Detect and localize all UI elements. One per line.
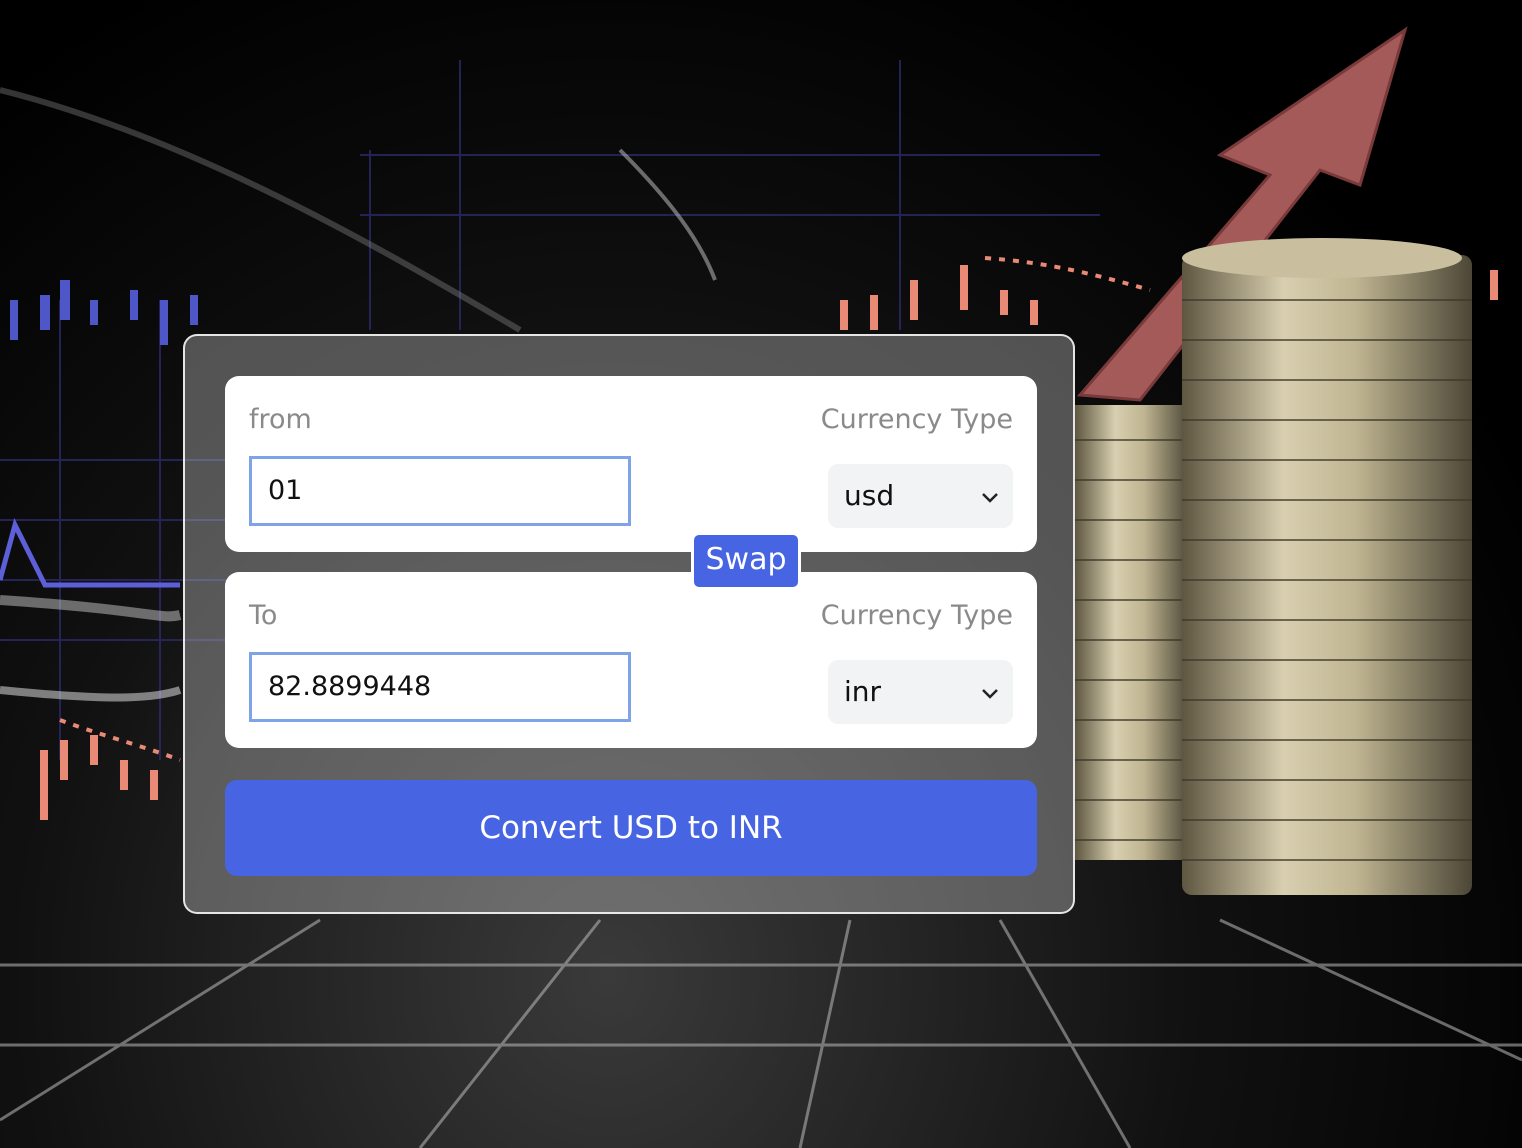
swap-button[interactable]: Swap	[691, 532, 801, 590]
chevron-down-icon	[982, 689, 998, 699]
from-panel: from Currency Type 01 usd	[225, 376, 1037, 552]
from-currency-type-label: Currency Type	[820, 404, 1013, 435]
to-amount-input[interactable]: 82.8899448	[249, 652, 631, 722]
converter-card: from Currency Type 01 usd To Currency Ty…	[183, 334, 1075, 914]
to-currency-value: inr	[844, 675, 882, 708]
from-label: from	[249, 404, 312, 435]
from-currency-select[interactable]: usd	[828, 464, 1013, 528]
chevron-down-icon	[982, 493, 998, 503]
to-currency-type-label: Currency Type	[820, 600, 1013, 631]
to-label: To	[249, 600, 278, 631]
from-amount-input[interactable]: 01	[249, 456, 631, 526]
convert-button[interactable]: Convert USD to INR	[225, 780, 1037, 876]
to-currency-select[interactable]: inr	[828, 660, 1013, 724]
from-currency-value: usd	[844, 479, 895, 512]
to-panel: To Currency Type 82.8899448 inr	[225, 572, 1037, 748]
